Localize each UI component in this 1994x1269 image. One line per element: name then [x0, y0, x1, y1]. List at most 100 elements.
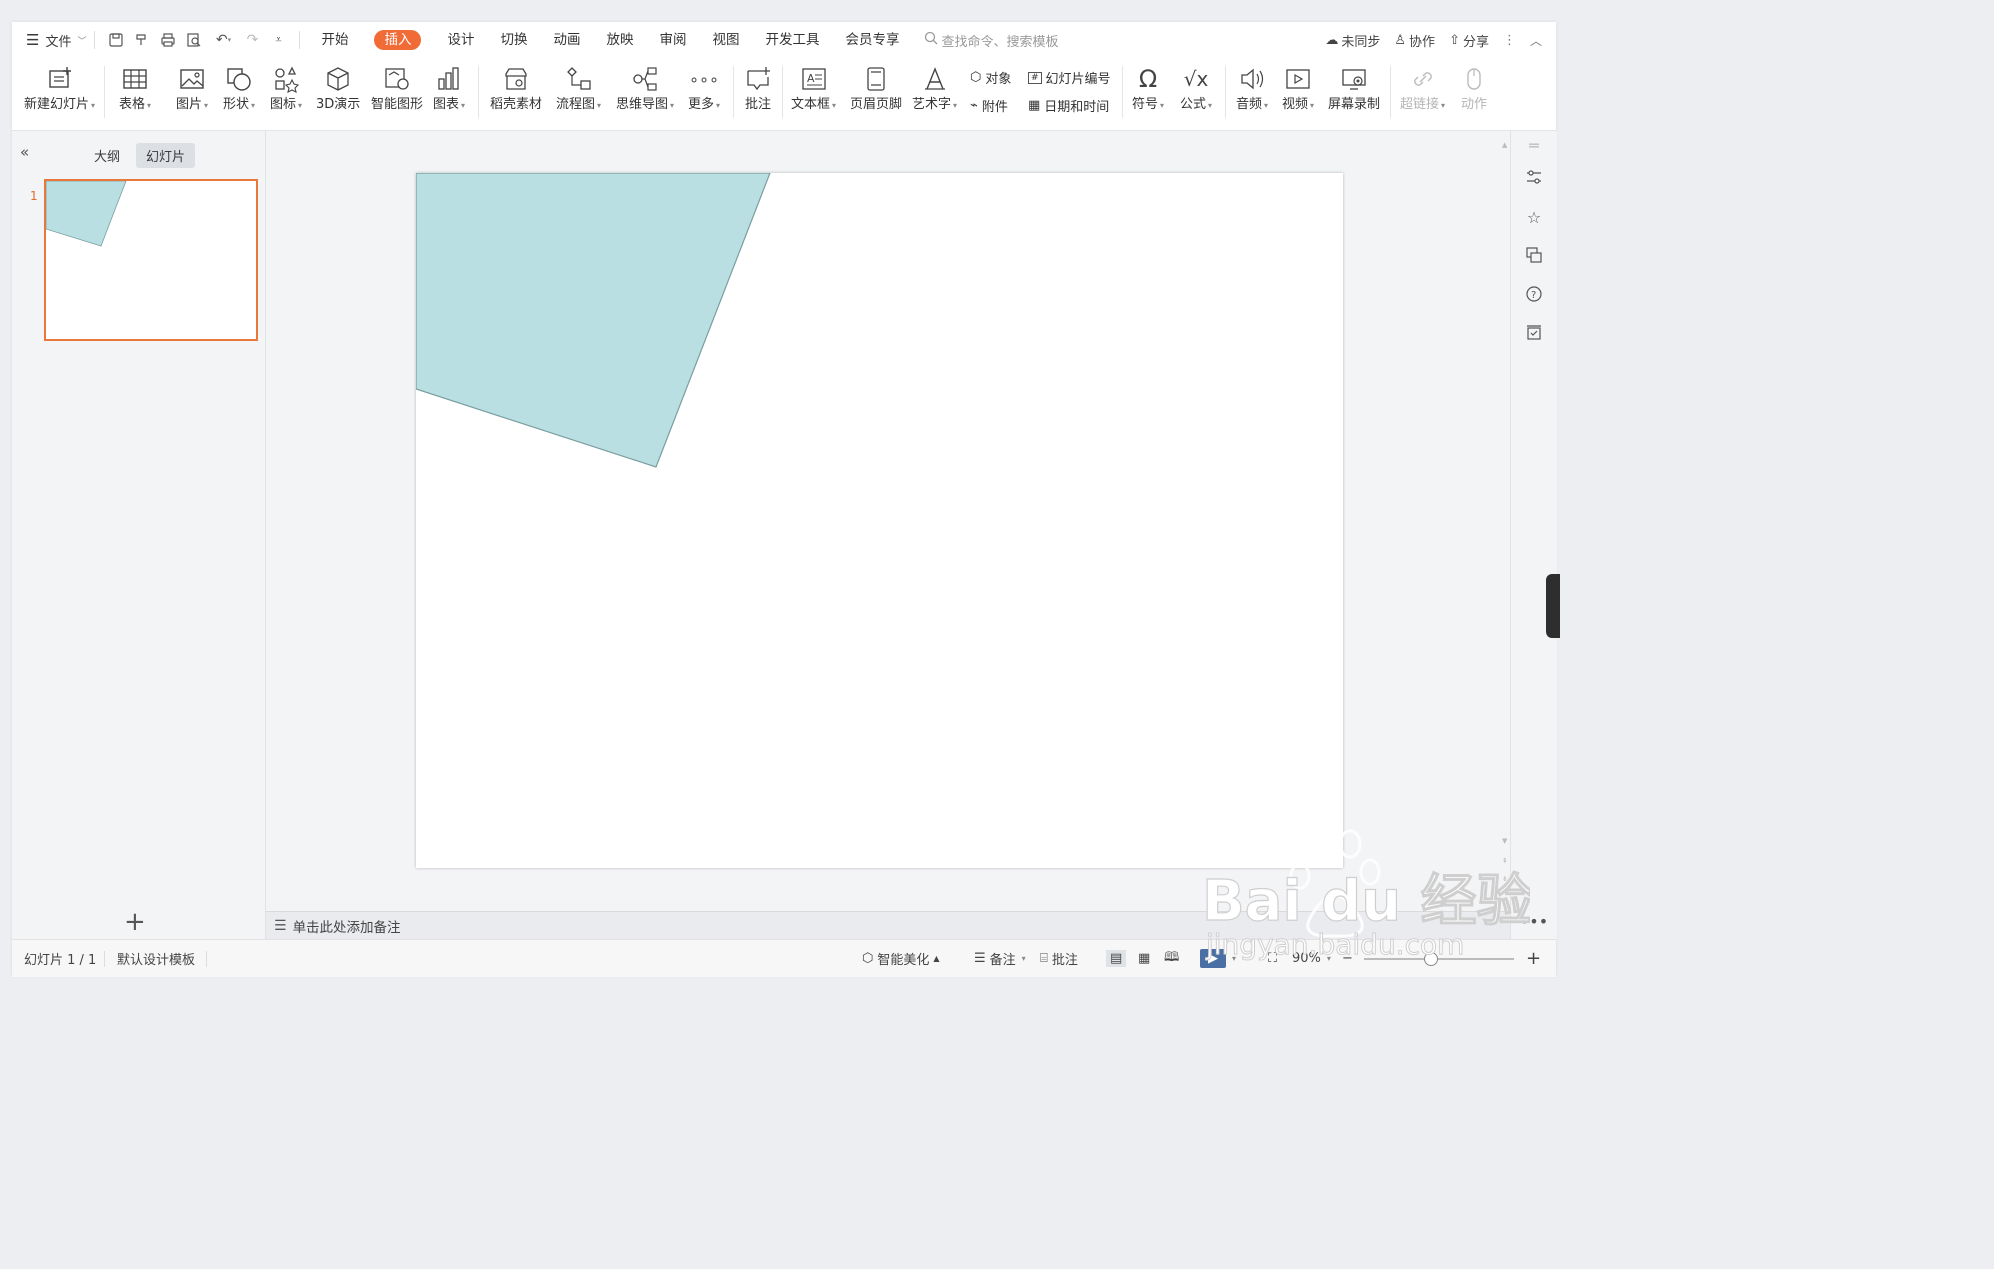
- formula-label: 公式: [1180, 97, 1207, 112]
- sync-status-button[interactable]: ☁ 未同步: [1325, 31, 1380, 50]
- mindmap-button[interactable]: 思维导图 ▾: [616, 62, 674, 122]
- normal-view-button[interactable]: ▤: [1106, 940, 1127, 977]
- collab-label: 协作: [1409, 34, 1436, 50]
- share-button[interactable]: ⇧ 分享: [1449, 31, 1489, 50]
- help-icon[interactable]: ?: [1524, 284, 1544, 304]
- icon-button[interactable]: 图标 ▾: [270, 62, 302, 122]
- notes-toggle-button[interactable]: ☰ 备注 ▾: [974, 940, 1026, 977]
- zoom-slider-thumb[interactable]: [1424, 952, 1438, 966]
- tab-home[interactable]: 开始: [308, 22, 361, 58]
- customize-toolbar-icon[interactable]: ⩡: [265, 22, 291, 58]
- comment-toggle-button[interactable]: ⌸ 批注: [1040, 940, 1078, 977]
- slide-number-button[interactable]: # 幻灯片编号: [1028, 68, 1111, 87]
- audio-button[interactable]: 音频 ▾: [1236, 62, 1268, 122]
- picture-button[interactable]: 图片 ▾: [176, 62, 208, 122]
- search-placeholder: 查找命令、搜索模板: [941, 34, 1059, 50]
- zoom-out-button[interactable]: −: [1342, 940, 1353, 977]
- tab-slideshow[interactable]: 放映: [593, 22, 646, 58]
- formula-button[interactable]: √x 公式 ▾: [1180, 62, 1212, 122]
- attachment-button[interactable]: ⌁ 附件: [970, 96, 1008, 115]
- sorter-view-icon[interactable]: ▦: [1138, 940, 1150, 977]
- format-painter-icon[interactable]: [129, 22, 155, 58]
- zoom-slider[interactable]: [1364, 952, 1514, 966]
- command-search[interactable]: 查找命令、搜索模板: [924, 31, 1059, 50]
- more-button[interactable]: ∘∘∘ 更多 ▾: [688, 62, 720, 122]
- screen-record-button[interactable]: 屏幕录制: [1328, 62, 1380, 122]
- slide-canvas[interactable]: [415, 172, 1343, 868]
- notes-pane[interactable]: ☰ 单击此处添加备注: [266, 911, 1510, 940]
- more-options-icon[interactable]: ⋮: [1503, 33, 1516, 48]
- icon-library-icon: [272, 62, 300, 96]
- comment-button[interactable]: 批注: [744, 62, 772, 122]
- side-dock-handle[interactable]: [1546, 574, 1560, 638]
- tab-view[interactable]: 视图: [699, 22, 752, 58]
- scroll-up-arrow[interactable]: ▲: [1502, 141, 1507, 149]
- slide-thumbnail[interactable]: [44, 179, 258, 341]
- chart-button[interactable]: 图表 ▾: [433, 62, 465, 122]
- star-icon[interactable]: ☆: [1524, 207, 1544, 227]
- polygon-shape[interactable]: [415, 172, 771, 468]
- tab-developer[interactable]: 开发工具: [752, 22, 832, 58]
- icon-label: 图标: [270, 97, 297, 112]
- fit-window-icon[interactable]: ⛶: [1268, 940, 1277, 977]
- new-slide-button[interactable]: 新建幻灯片 ▾: [24, 62, 95, 122]
- shape-button[interactable]: 形状 ▾: [223, 62, 255, 122]
- object-button[interactable]: ⬡ 对象: [970, 68, 1011, 87]
- backup-icon[interactable]: [1524, 322, 1544, 342]
- save-icon[interactable]: [103, 22, 129, 58]
- datetime-button[interactable]: ▦ 日期和时间: [1028, 96, 1109, 115]
- tab-transition[interactable]: 切换: [487, 22, 540, 58]
- zoom-level-dropdown[interactable]: 90% ▾: [1292, 940, 1331, 977]
- table-label: 表格: [119, 97, 146, 112]
- symbol-label: 符号: [1132, 97, 1159, 112]
- tab-insert[interactable]: 插入: [361, 22, 434, 58]
- collaborate-button[interactable]: ♙ 协作: [1394, 31, 1435, 50]
- picture-icon: [178, 62, 206, 96]
- collapse-panel-icon[interactable]: «: [20, 143, 29, 161]
- tab-slides[interactable]: 幻灯片: [136, 143, 196, 168]
- smart-beautify-button[interactable]: ⬡ 智能美化 ▲: [862, 940, 940, 977]
- header-footer-button[interactable]: 页眉页脚: [850, 62, 902, 122]
- material-label: 稻壳素材: [490, 97, 543, 112]
- hyperlink-button[interactable]: 超链接 ▾: [1400, 62, 1445, 122]
- print-preview-icon[interactable]: [181, 22, 207, 58]
- tab-design[interactable]: 设计: [434, 22, 487, 58]
- zoom-in-button[interactable]: +: [1526, 940, 1541, 977]
- tab-review[interactable]: 审阅: [646, 22, 699, 58]
- cube-icon: [324, 62, 352, 96]
- undo-icon[interactable]: ↶ ▾: [207, 22, 239, 58]
- material-button[interactable]: 稻壳素材: [490, 62, 542, 122]
- add-slide-button[interactable]: +: [124, 907, 146, 937]
- print-icon[interactable]: [155, 22, 181, 58]
- symbol-button[interactable]: Ω 符号 ▾: [1132, 62, 1164, 122]
- sliders-icon[interactable]: [1524, 167, 1544, 187]
- next-slide-arrow[interactable]: ⇟: [1502, 875, 1508, 883]
- tab-outline[interactable]: 大纲: [84, 143, 130, 168]
- template-name[interactable]: 默认设计模板: [117, 940, 195, 977]
- tab-animation[interactable]: 动画: [540, 22, 593, 58]
- wordart-button[interactable]: 艺术字 ▾: [912, 62, 957, 122]
- file-menu[interactable]: ☰ 文件 ﹀: [12, 22, 86, 58]
- object-icon: ⬡: [970, 70, 982, 85]
- action-button[interactable]: 动作: [1460, 62, 1488, 122]
- flowchart-button[interactable]: 流程图 ▾: [556, 62, 601, 122]
- slide-number-label: 幻灯片编号: [1045, 72, 1111, 87]
- textbox-button[interactable]: A 文本框 ▾: [791, 62, 836, 122]
- shape-label: 形状: [223, 97, 250, 112]
- reading-view-icon[interactable]: 🕮: [1164, 940, 1179, 977]
- table-button[interactable]: 表格 ▾: [119, 62, 151, 122]
- video-button[interactable]: 视频 ▾: [1282, 62, 1314, 122]
- transition-icon[interactable]: [1524, 245, 1544, 265]
- tab-member[interactable]: 会员专享: [832, 22, 912, 58]
- 3d-demo-button[interactable]: 3D演示: [316, 62, 360, 122]
- play-button[interactable]: ▶ ▾: [1200, 940, 1236, 977]
- smartart-button[interactable]: 智能图形: [371, 62, 423, 122]
- material-store-icon: [502, 62, 530, 96]
- redo-icon[interactable]: ↷: [239, 22, 265, 58]
- vertical-scrollbar[interactable]: ▲ ▼ ⇞ ⇟: [1498, 131, 1510, 911]
- more-dots-icon[interactable]: •••: [1520, 911, 1548, 931]
- prev-slide-arrow[interactable]: ⇞: [1502, 857, 1508, 865]
- collapse-ribbon-icon[interactable]: ︿: [1530, 32, 1542, 49]
- scroll-down-arrow[interactable]: ▼: [1502, 837, 1507, 845]
- notes-toggle-label: 备注: [989, 953, 1016, 968]
